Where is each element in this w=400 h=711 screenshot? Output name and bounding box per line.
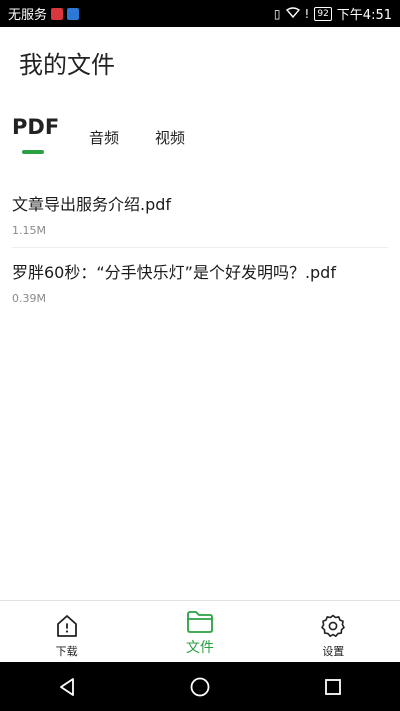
alert-icon: !	[304, 6, 310, 21]
file-name: 文章导出服务介绍.pdf	[12, 195, 172, 214]
vibrate-icon: ▯	[273, 6, 281, 21]
file-list-item[interactable]: 罗胖60秒：“分手快乐灯”是个好发明吗？.pdf 0.39M	[0, 248, 400, 316]
recents-square-icon[interactable]	[321, 675, 345, 699]
download-home-icon	[56, 615, 77, 637]
tab-pdf[interactable]: PDF	[12, 115, 59, 139]
gear-icon	[321, 614, 346, 637]
file-list: 文章导出服务介绍.pdf 1.15M 罗胖60秒：“分手快乐灯”是个好发明吗？.…	[0, 180, 400, 316]
nav-download[interactable]: 下载	[0, 601, 133, 663]
clock-text: 下午4:51	[336, 8, 392, 23]
notification-blue-icon	[67, 7, 80, 20]
bottom-navigation: 下载 文件 设置	[0, 600, 400, 663]
home-circle-icon[interactable]	[188, 675, 212, 699]
nav-files[interactable]: 文件	[133, 601, 266, 663]
notification-red-icon	[51, 7, 64, 20]
status-left: 无服务	[0, 4, 80, 23]
active-tab-indicator	[22, 150, 44, 154]
status-right: ▯ ! 92 下午4:51	[274, 4, 400, 23]
status-bar: 无服务 ▯ ! 92 下午4:51	[0, 0, 400, 27]
system-navigation-bar	[0, 662, 400, 711]
battery-icon: 92	[314, 6, 332, 21]
nav-settings[interactable]: 设置	[267, 601, 400, 663]
nav-settings-label: 设置	[322, 645, 345, 658]
back-triangle-icon[interactable]	[55, 675, 79, 699]
wifi-icon	[285, 6, 300, 21]
carrier-text: 无服务	[8, 8, 48, 23]
folder-icon	[187, 611, 213, 633]
tab-bar: PDF 音频 视频	[0, 115, 400, 158]
file-size: 1.15M	[12, 224, 46, 237]
file-list-item[interactable]: 文章导出服务介绍.pdf 1.15M	[0, 180, 400, 248]
page-title: 我的文件	[19, 51, 115, 79]
nav-files-label: 文件	[185, 640, 214, 656]
tab-audio[interactable]: 音频	[89, 127, 119, 148]
tab-video[interactable]: 视频	[155, 127, 185, 148]
file-name: 罗胖60秒：“分手快乐灯”是个好发明吗？.pdf	[12, 263, 336, 282]
file-size: 0.39M	[12, 292, 46, 305]
nav-download-label: 下载	[55, 645, 78, 658]
